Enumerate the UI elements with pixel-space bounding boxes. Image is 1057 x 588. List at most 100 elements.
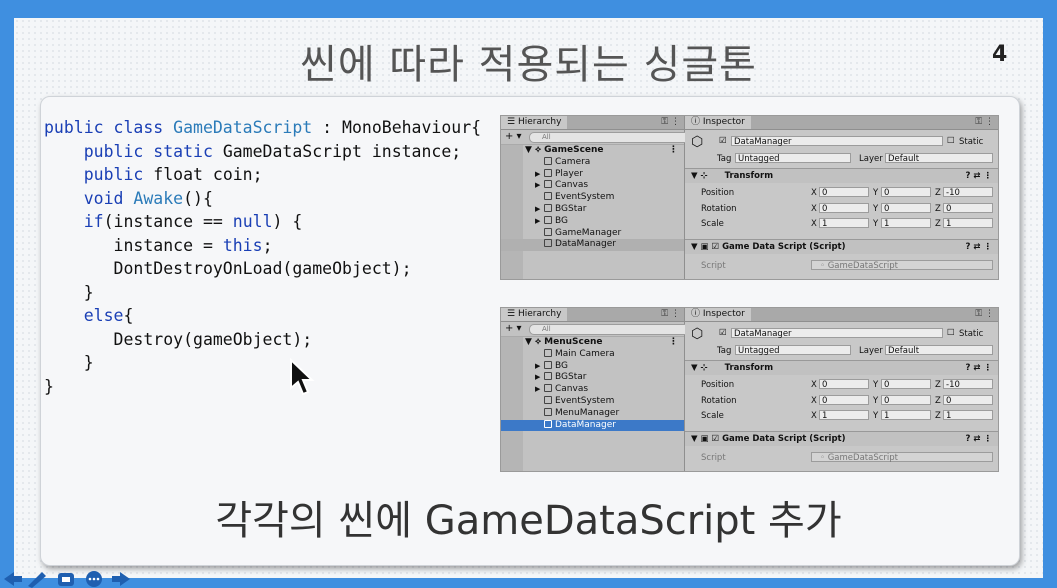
scale-y-field[interactable]: 1	[881, 218, 931, 229]
active-checkbox: ☑	[719, 136, 727, 146]
active-checkbox: ☑	[719, 328, 727, 338]
code-line: Destroy(gameObject);	[44, 328, 481, 352]
position-y-field[interactable]: 0	[881, 187, 931, 198]
hierarchy-item[interactable]: DataManager	[501, 419, 684, 432]
axis-y-label: Y	[873, 380, 879, 390]
object-name-field[interactable]: DataManager	[731, 136, 943, 147]
component-header: ▼ ▣ ☑ Game Data Script (Script) ? ⇄ ⋮	[685, 239, 998, 254]
lock-icon: ⚿ ⋮	[661, 309, 680, 319]
layer-dropdown[interactable]: Default	[885, 153, 993, 164]
add-icon[interactable]: + ▾	[505, 131, 522, 142]
static-checkbox: ☐	[947, 136, 955, 146]
hierarchy-item[interactable]: ▶ BG	[501, 215, 684, 228]
hierarchy-item[interactable]: ▶ Canvas	[501, 180, 684, 192]
inspector-panel: ⓘ Inspector ⚿ ⋮ ⬡ ☑ DataManager ☐ Static Tag Unt…	[685, 116, 998, 279]
scene-row[interactable]: ▼ ⟡ MenuScene ⋮	[501, 337, 684, 349]
hierarchy-item-label: BG	[555, 215, 568, 226]
hierarchy-search-input[interactable]: All	[529, 324, 691, 335]
position-label: Position	[701, 188, 735, 198]
hierarchy-icon: ☰	[507, 117, 518, 127]
scene-menu-icon: ⋮	[669, 337, 678, 347]
position-y-field[interactable]: 0	[881, 379, 931, 390]
tag-dropdown[interactable]: Untagged	[735, 345, 851, 356]
object-name-field[interactable]: DataManager	[731, 328, 943, 339]
code-token: void	[44, 188, 134, 208]
scale-y-field[interactable]: 1	[881, 410, 931, 421]
hierarchy-item-label: BGStar	[555, 203, 587, 214]
hierarchy-search-input[interactable]: All	[529, 132, 691, 143]
rotation-x-field[interactable]: 0	[819, 203, 869, 214]
gameobject-icon	[544, 407, 552, 416]
gameobject-icon	[544, 192, 552, 201]
add-icon[interactable]: + ▾	[505, 323, 522, 334]
hierarchy-item[interactable]: Main Camera	[501, 348, 684, 361]
scale-x-field[interactable]: 1	[819, 410, 869, 421]
expand-arrow-icon: ▶	[535, 385, 541, 394]
hierarchy-item[interactable]: Camera	[501, 156, 684, 169]
gameobject-icon	[544, 360, 552, 369]
scale-z-field[interactable]: 1	[943, 218, 993, 229]
scene-menu-icon: ⋮	[669, 145, 678, 155]
position-z-field[interactable]: -10	[943, 187, 993, 198]
gameobject-icon	[544, 156, 552, 165]
position-x-field[interactable]: 0	[819, 187, 869, 198]
hierarchy-item[interactable]: ▶ Canvas	[501, 384, 684, 396]
axis-x-label: X	[811, 204, 817, 214]
axis-y-label: Y	[873, 188, 879, 198]
axis-y-label: Y	[873, 411, 879, 421]
hierarchy-item[interactable]: ▶ BGStar	[501, 203, 684, 216]
code-token: Awake	[133, 188, 184, 208]
hierarchy-item[interactable]: EventSystem	[501, 395, 684, 408]
slideshow-controls[interactable]	[2, 570, 132, 588]
hierarchy-tabbar: ☰ Hierarchy ⚿ ⋮	[501, 116, 684, 130]
tag-dropdown[interactable]: Untagged	[735, 153, 851, 164]
gameobject-icon	[544, 395, 552, 404]
hierarchy-item-label: MenuManager	[555, 407, 620, 418]
axis-z-label: Z	[935, 188, 941, 198]
code-line: else{	[44, 304, 481, 328]
position-x-field[interactable]: 0	[819, 379, 869, 390]
gameobject-icon	[544, 227, 552, 236]
hierarchy-tree: ▼ ⟡ MenuScene ⋮ Main Camera ▶ BG ▶ BGStar ▶ Canv…	[501, 337, 684, 432]
hierarchy-item[interactable]: DataManager	[501, 239, 684, 252]
hierarchy-item-label: EventSystem	[555, 192, 615, 203]
hierarchy-tab-label: Hierarchy	[517, 309, 562, 319]
hierarchy-item[interactable]: EventSystem	[501, 192, 684, 204]
inspector-tabbar: ⓘ Inspector ⚿ ⋮	[685, 116, 998, 130]
hierarchy-item[interactable]: GameManager	[501, 227, 684, 240]
lock-icon: ⚿ ⋮	[975, 117, 994, 127]
hierarchy-item[interactable]: ▶ Player	[501, 168, 684, 181]
static-label: Static	[959, 137, 984, 147]
scale-x-field[interactable]: 1	[819, 218, 869, 229]
gameobject-cube-icon: ⬡	[691, 326, 704, 342]
code-token: }	[44, 282, 94, 302]
rotation-x-field[interactable]: 0	[819, 395, 869, 406]
layer-dropdown[interactable]: Default	[885, 345, 993, 356]
script-component-icon: ▼ ▣ ☑	[691, 434, 723, 444]
scale-label: Scale	[701, 219, 724, 229]
rotation-z-field[interactable]: 0	[943, 203, 993, 214]
page-number: 4	[992, 42, 1008, 67]
hierarchy-item[interactable]: ▶ BG	[501, 360, 684, 373]
script-label: Script	[701, 453, 726, 463]
axis-x-label: X	[811, 396, 817, 406]
scene-row[interactable]: ▼ ⟡ GameScene ⋮	[501, 145, 684, 157]
info-icon: ⓘ	[691, 309, 703, 319]
gameobject-icon	[544, 203, 552, 212]
more-icon	[86, 571, 102, 587]
hierarchy-item-label: DataManager	[555, 239, 616, 250]
transform-header: ▼ ⊹ Transform ? ⇄ ⋮	[685, 360, 998, 375]
slide-title: 씬에 따라 적용되는 싱글톤	[300, 42, 757, 88]
hierarchy-item-label: DataManager	[555, 419, 616, 430]
code-token: instance =	[44, 235, 223, 255]
expand-arrow-icon: ▶	[535, 204, 541, 213]
hierarchy-item[interactable]: MenuManager	[501, 407, 684, 420]
position-z-field[interactable]: -10	[943, 379, 993, 390]
component-header: ▼ ▣ ☑ Game Data Script (Script) ? ⇄ ⋮	[685, 431, 998, 446]
gameobject-icon	[544, 419, 552, 428]
rotation-y-field[interactable]: 0	[881, 203, 931, 214]
hierarchy-item[interactable]: ▶ BGStar	[501, 372, 684, 384]
rotation-y-field[interactable]: 0	[881, 395, 931, 406]
scale-z-field[interactable]: 1	[943, 410, 993, 421]
rotation-z-field[interactable]: 0	[943, 395, 993, 406]
